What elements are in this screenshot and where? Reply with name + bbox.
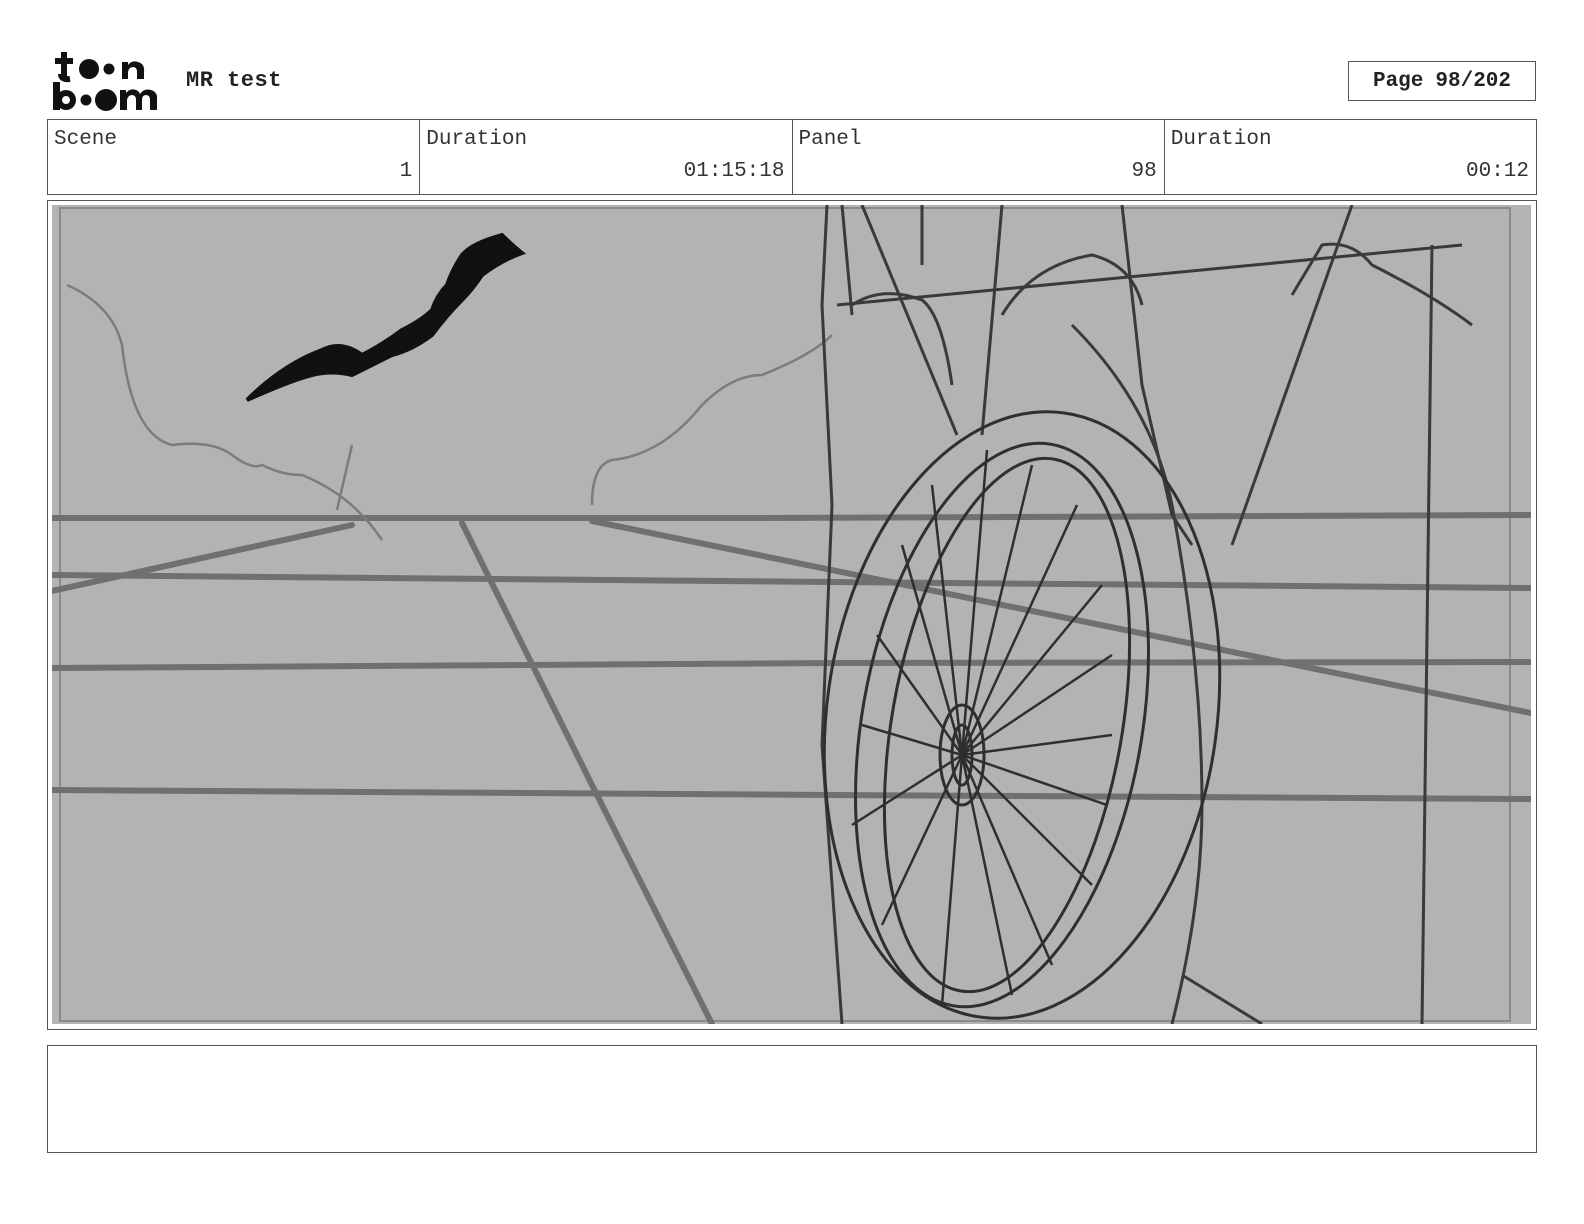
panel-duration-label: Duration (1170, 128, 1272, 151)
panel-duration-value: 00:12 (1465, 160, 1529, 183)
storyboard-sketch (52, 205, 1531, 1024)
panel-cell: Panel 98 (793, 120, 1165, 194)
panel-value: 98 (1131, 160, 1157, 183)
bird-sketch (245, 232, 527, 402)
panel-frame (47, 200, 1537, 1030)
panel-info-table: Scene 1 Duration 01:15:18 Panel 98 Durat… (47, 119, 1537, 195)
panel-duration-cell: Duration 00:12 (1165, 120, 1536, 194)
page-indicator: Page 98/202 (1348, 61, 1536, 101)
scene-duration-label: Duration (426, 128, 528, 151)
scene-value: 1 (399, 160, 413, 183)
page-number: 98/202 (1435, 69, 1512, 93)
project-title: MR test (186, 68, 282, 93)
page-label: Page (1372, 69, 1424, 93)
wagon-wheel (822, 410, 1222, 1020)
scene-duration-cell: Duration 01:15:18 (420, 120, 793, 194)
panel-label: Panel (798, 128, 862, 151)
toon-boom-logo (53, 52, 158, 111)
scene-label: Scene (54, 128, 118, 151)
scene-duration-value: 01:15:18 (683, 160, 785, 183)
panel-image[interactable] (52, 205, 1531, 1024)
panel-notes[interactable] (47, 1045, 1537, 1153)
scene-cell: Scene 1 (48, 120, 421, 194)
